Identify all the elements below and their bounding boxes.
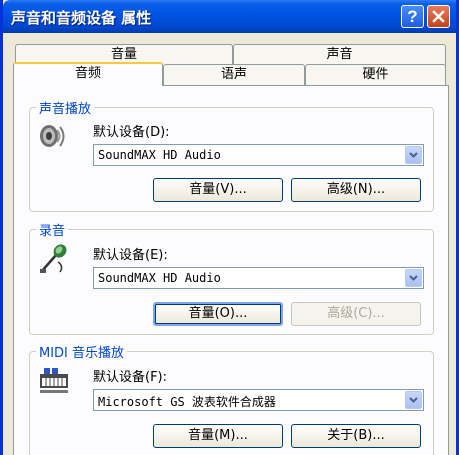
chevron-down-icon[interactable] xyxy=(405,269,422,287)
help-icon: ? xyxy=(407,6,418,26)
playback-device-select[interactable]: SoundMAX HD Audio xyxy=(93,144,424,166)
tab-hardware[interactable]: 硬件 xyxy=(305,64,446,86)
group-recording: 录音 默认设备(E): SoundMAX HD Audio 音量(O)... 高… xyxy=(29,220,434,335)
recording-device-select[interactable]: SoundMAX HD Audio xyxy=(93,267,424,289)
recording-device-label: 默认设备(E): xyxy=(93,248,168,263)
playback-device-value: SoundMAX HD Audio xyxy=(98,148,221,162)
midi-device-value: Microsoft GS 波表软件合成器 xyxy=(98,395,276,409)
help-button[interactable]: ? xyxy=(401,5,424,28)
midi-device-select[interactable]: Microsoft GS 波表软件合成器 xyxy=(93,389,424,411)
playback-volume-button[interactable]: 音量(V)... xyxy=(153,178,283,202)
group-midi-playback: MIDI 音乐播放 默认设备(F): Microsoft GS 波表软件合成器 … xyxy=(29,342,434,455)
tab-voice[interactable]: 语声 xyxy=(163,64,305,86)
group-title-recording: 录音 xyxy=(36,220,69,239)
recording-device-value: SoundMAX HD Audio xyxy=(98,271,221,285)
close-button[interactable] xyxy=(427,5,450,28)
tab-audio[interactable]: 音频 xyxy=(13,62,163,86)
midi-keyboard-icon xyxy=(40,368,68,393)
playback-device-label: 默认设备(D): xyxy=(93,125,170,140)
midi-about-button[interactable]: 关于(B)... xyxy=(291,424,421,448)
window-title: 声音和音频设备 属性 xyxy=(11,9,152,27)
midi-volume-button[interactable]: 音量(M)... xyxy=(153,424,283,448)
playback-advanced-button[interactable]: 高级(N)... xyxy=(291,178,421,202)
close-icon xyxy=(432,10,445,23)
group-title-playback: 声音播放 xyxy=(36,98,95,117)
chevron-down-icon[interactable] xyxy=(405,391,422,409)
chevron-down-icon[interactable] xyxy=(405,146,422,164)
dialog-window: 声音和音频设备 属性 ? 音量 声音 音频 语声 硬件 声音播放 默认设备(D)… xyxy=(0,0,459,455)
recording-advanced-button[interactable]: 高级(C)... xyxy=(291,302,421,326)
speaker-icon xyxy=(40,125,65,147)
midi-device-label: 默认设备(F): xyxy=(93,370,168,385)
group-title-midi: MIDI 音乐播放 xyxy=(36,342,128,361)
tab-sounds[interactable]: 声音 xyxy=(233,44,446,66)
title-bar[interactable]: 声音和音频设备 属性 ? xyxy=(3,0,456,33)
microphone-icon xyxy=(40,244,67,273)
recording-volume-button[interactable]: 音量(O)... xyxy=(153,302,283,326)
group-sound-playback: 声音播放 默认设备(D): SoundMAX HD Audio 音量(V)...… xyxy=(29,98,434,212)
